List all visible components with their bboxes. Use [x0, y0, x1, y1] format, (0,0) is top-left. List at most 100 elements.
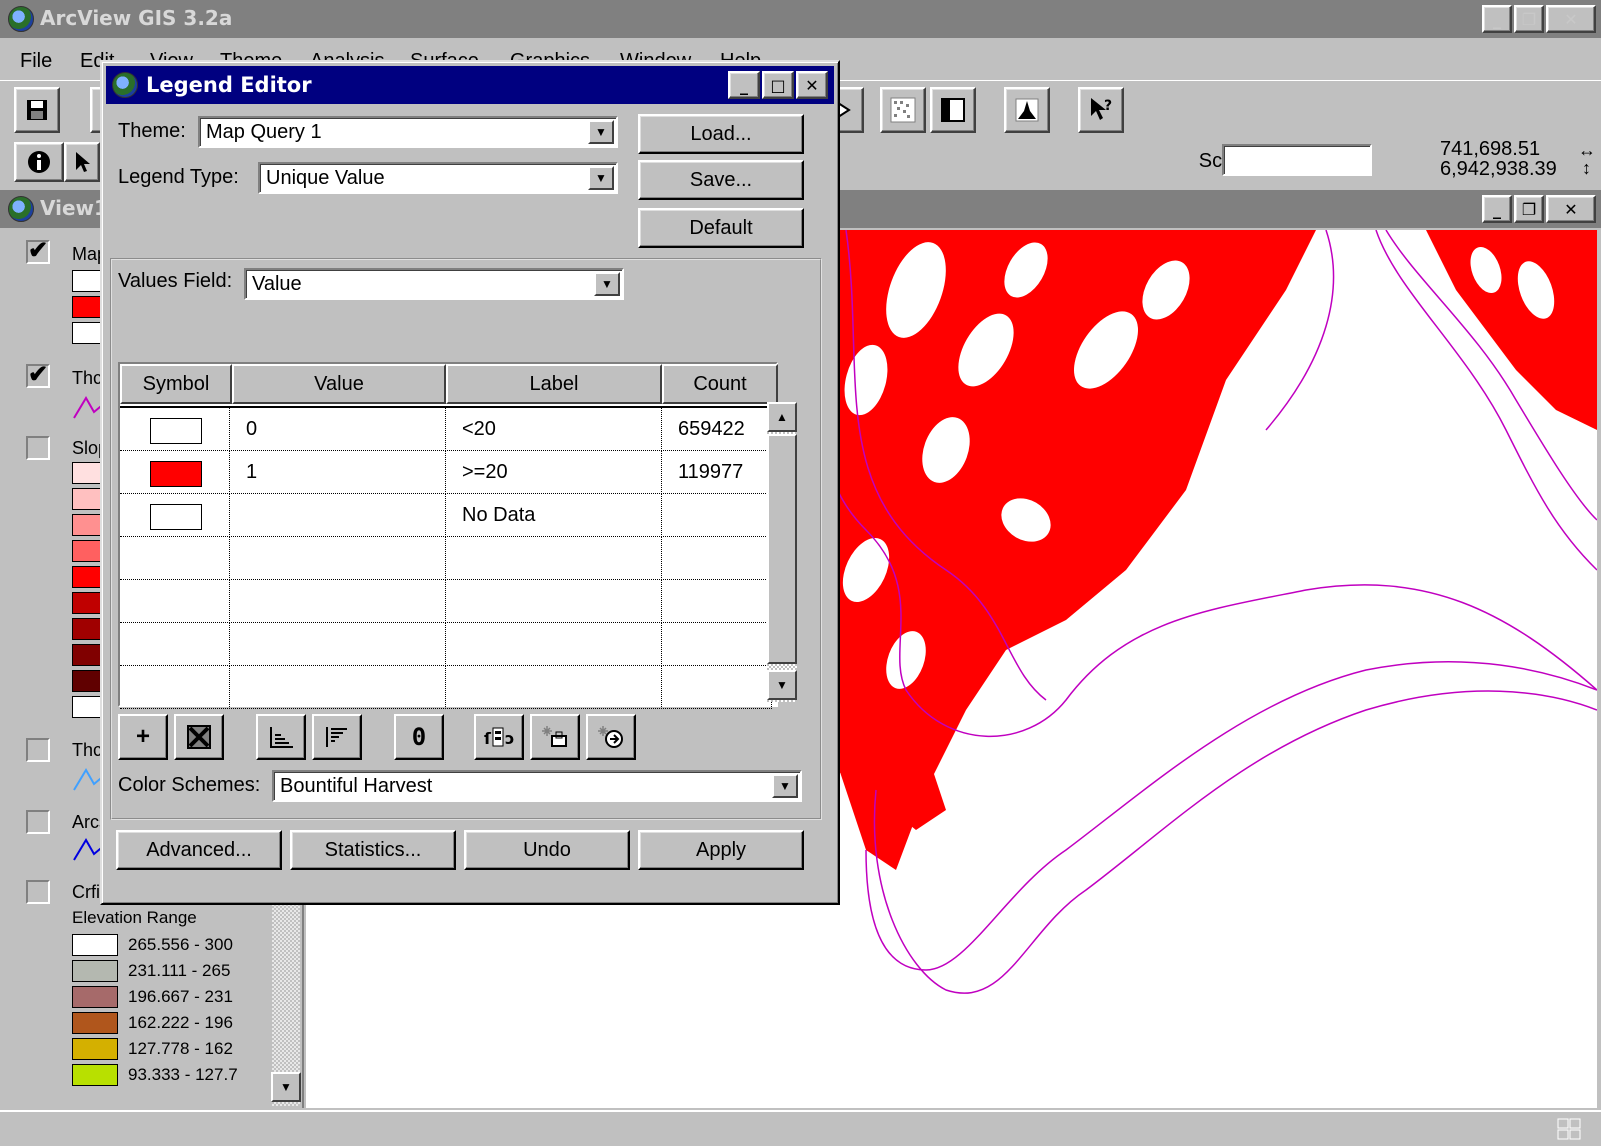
grid-theme-button[interactable] [880, 87, 926, 133]
undo-button[interactable]: Undo [464, 830, 630, 870]
table-row-empty[interactable] [120, 666, 772, 709]
value-cell[interactable] [230, 537, 446, 580]
count-cell[interactable] [662, 623, 772, 666]
label-cell[interactable] [446, 580, 662, 623]
view-restore-button[interactable]: ❐ [1514, 195, 1544, 223]
label-cell[interactable]: <20 [446, 408, 662, 451]
dialog-close-button[interactable]: ✕ [796, 71, 828, 99]
symbol-cell[interactable] [120, 408, 230, 451]
symbol-cell[interactable] [120, 537, 230, 580]
value-cell[interactable] [230, 666, 446, 709]
load-button[interactable]: Load... [638, 114, 804, 154]
restore-button[interactable]: ❐ [1514, 5, 1544, 33]
view-close-button[interactable]: ✕ [1546, 195, 1596, 223]
theme-checkbox-crfin2[interactable] [26, 880, 50, 904]
count-cell[interactable] [662, 580, 772, 623]
table-row[interactable]: 0 <20 659422 [120, 408, 772, 451]
label-cell[interactable] [446, 666, 662, 709]
values-field-dropdown[interactable]: Value ▼ [244, 268, 624, 300]
theme-checkbox-map-query[interactable]: ✔ [26, 237, 50, 264]
copy-symbol-button[interactable] [530, 714, 580, 760]
symbol-swatch[interactable] [150, 418, 202, 444]
label-cell[interactable] [446, 623, 662, 666]
color-schemes-dropdown[interactable]: Bountiful Harvest ▼ [272, 770, 802, 802]
elevation-range-title: Elevation Range [72, 908, 197, 927]
save-button[interactable]: Save... [638, 160, 804, 200]
table-row-empty[interactable] [120, 580, 772, 623]
table-row-empty[interactable] [120, 537, 772, 580]
help-pointer-button[interactable]: ? [1078, 87, 1124, 133]
chevron-down-icon[interactable]: ▼ [588, 120, 614, 144]
table-row-empty[interactable] [120, 623, 772, 666]
scale-input[interactable] [1222, 144, 1372, 176]
svg-text:?: ? [1104, 98, 1112, 114]
delete-row-button[interactable] [174, 714, 224, 760]
symbol-swatch[interactable] [150, 504, 202, 530]
dialog-minimize-button[interactable]: _ [728, 71, 760, 99]
label-cell[interactable]: No Data [446, 494, 662, 537]
symbol-table-scrollbar[interactable]: ▲ ▼ [767, 402, 797, 702]
symbol-cell[interactable] [120, 623, 230, 666]
histogram-button[interactable] [1004, 87, 1050, 133]
count-cell[interactable] [662, 537, 772, 580]
scroll-up-button[interactable]: ▲ [767, 402, 797, 432]
column-header-count[interactable]: Count [662, 364, 778, 404]
legend-button[interactable] [930, 87, 976, 133]
statistics-button[interactable]: Statistics... [290, 830, 456, 870]
add-row-button[interactable]: + [118, 714, 168, 760]
theme-dropdown[interactable]: Map Query 1 ▼ [198, 116, 618, 148]
theme-checkbox-arcs[interactable] [26, 810, 50, 834]
toc-scroll-down-button[interactable]: ▼ [271, 1072, 301, 1102]
column-header-value[interactable]: Value [232, 364, 446, 404]
legend-type-dropdown[interactable]: Unique Value ▼ [258, 162, 618, 194]
pointer-tool-button[interactable] [64, 142, 100, 182]
count-cell[interactable] [662, 666, 772, 709]
paste-symbol-button[interactable] [586, 714, 636, 760]
view-minimize-button[interactable]: _ [1482, 195, 1512, 223]
default-button[interactable]: Default [638, 208, 804, 248]
label-cell[interactable] [446, 537, 662, 580]
scroll-thumb[interactable] [767, 434, 797, 664]
value-cell[interactable]: 0 [230, 408, 446, 451]
apply-button[interactable]: Apply [638, 830, 804, 870]
close-button[interactable]: ✕ [1546, 5, 1596, 33]
save-project-button[interactable] [14, 87, 60, 133]
chevron-down-icon[interactable]: ▼ [772, 774, 798, 798]
legend-editor-titlebar[interactable]: Legend Editor _ □ ✕ [106, 66, 834, 104]
table-row[interactable]: 1 >=20 119977 [120, 451, 772, 494]
sort-descending-button[interactable] [312, 714, 362, 760]
advanced-button[interactable]: Advanced... [116, 830, 282, 870]
value-cell[interactable] [230, 623, 446, 666]
count-cell[interactable] [662, 494, 772, 537]
theme-checkbox-slope[interactable] [26, 436, 50, 460]
chevron-down-icon[interactable]: ▼ [588, 166, 614, 190]
value-cell[interactable]: 1 [230, 451, 446, 494]
theme-checkbox-thcontour-2[interactable] [26, 738, 50, 762]
scroll-down-button[interactable]: ▼ [767, 670, 797, 700]
table-row[interactable]: No Data [120, 494, 772, 537]
symbol-cell[interactable] [120, 451, 230, 494]
symbol-cell[interactable] [120, 494, 230, 537]
sort-ascending-button[interactable] [256, 714, 306, 760]
color-schemes-label: Color Schemes: [118, 774, 261, 796]
value-cell[interactable] [230, 580, 446, 623]
symbol-swatch[interactable] [150, 461, 202, 487]
count-cell[interactable]: 119977 [662, 451, 772, 494]
dialog-maximize-button[interactable]: □ [762, 71, 794, 99]
query-builder-button[interactable]: ſɔ [474, 714, 524, 760]
symbol-cell[interactable] [120, 580, 230, 623]
value-cell[interactable] [230, 494, 446, 537]
theme-checkbox-thcontour[interactable]: ✔ [26, 361, 50, 388]
resize-grip-icon[interactable] [1557, 1118, 1581, 1140]
minimize-button[interactable]: _ [1482, 5, 1512, 33]
symbol-cell[interactable] [120, 666, 230, 709]
identify-tool-button[interactable] [14, 142, 64, 182]
null-value-button[interactable]: 0 [394, 714, 444, 760]
label-cell[interactable]: >=20 [446, 451, 662, 494]
arrow-pointer-icon [76, 152, 90, 172]
chevron-down-icon[interactable]: ▼ [594, 272, 620, 296]
menu-file[interactable]: File [20, 50, 52, 73]
column-header-label[interactable]: Label [446, 364, 662, 404]
column-header-symbol[interactable]: Symbol [120, 364, 232, 404]
count-cell[interactable]: 659422 [662, 408, 772, 451]
